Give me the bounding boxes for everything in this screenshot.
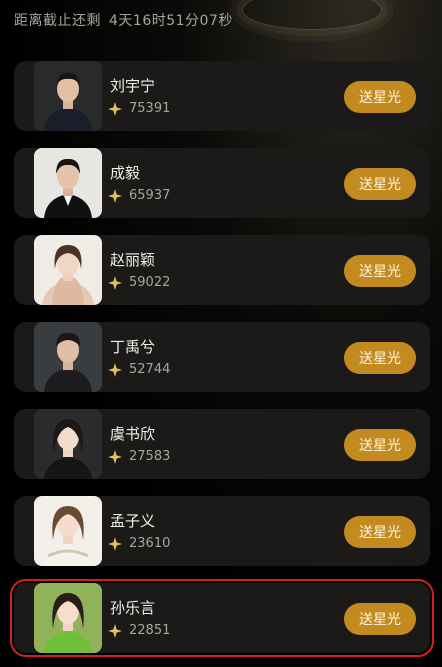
send-starlight-button[interactable]: 送星光 bbox=[344, 429, 416, 461]
candidate-card: 孟子义 23610 送星光 bbox=[14, 496, 430, 566]
avatar bbox=[34, 409, 102, 479]
send-starlight-button[interactable]: 送星光 bbox=[344, 81, 416, 113]
candidate-score: 23610 bbox=[108, 536, 170, 551]
ranking-page: 距离截止还剩 4天16时51分07秒 刘宇宁 75391 送星光 成毅 65937… bbox=[0, 0, 442, 667]
candidate-score: 27583 bbox=[108, 449, 170, 464]
candidate-score: 22851 bbox=[108, 623, 170, 638]
score-value: 23610 bbox=[129, 536, 171, 551]
candidate-score: 52744 bbox=[108, 362, 170, 377]
avatar bbox=[34, 322, 102, 392]
score-value: 65937 bbox=[129, 188, 171, 203]
send-starlight-button[interactable]: 送星光 bbox=[344, 168, 416, 200]
send-starlight-button[interactable]: 送星光 bbox=[344, 255, 416, 287]
score-value: 59022 bbox=[129, 275, 171, 290]
score-value: 22851 bbox=[129, 623, 171, 638]
send-starlight-button[interactable]: 送星光 bbox=[344, 516, 416, 548]
score-value: 52744 bbox=[129, 362, 171, 377]
send-starlight-button[interactable]: 送星光 bbox=[344, 603, 416, 635]
sparkle-icon bbox=[108, 362, 122, 377]
decorative-swirl bbox=[242, 0, 382, 30]
avatar bbox=[34, 496, 102, 566]
score-value: 75391 bbox=[129, 101, 171, 116]
sparkle-icon bbox=[108, 623, 122, 638]
sparkle-icon bbox=[108, 188, 122, 203]
candidate-card: 成毅 65937 送星光 bbox=[14, 148, 430, 218]
candidate-card: 赵丽颖 59022 送星光 bbox=[14, 235, 430, 305]
candidate-card: 虞书欣 27583 送星光 bbox=[14, 409, 430, 479]
send-starlight-button[interactable]: 送星光 bbox=[344, 342, 416, 374]
candidate-name: 刘宇宁 bbox=[110, 77, 156, 95]
candidate-list: 刘宇宁 75391 送星光 成毅 65937 送星光 赵丽颖 59022 送星光… bbox=[10, 61, 434, 667]
candidate-card: 丁禹兮 52744 送星光 bbox=[14, 322, 430, 392]
countdown: 距离截止还剩 4天16时51分07秒 bbox=[14, 10, 233, 30]
score-value: 27583 bbox=[129, 449, 171, 464]
candidate-score: 59022 bbox=[108, 275, 170, 290]
candidate-score: 65937 bbox=[108, 188, 170, 203]
candidate-name: 丁禹兮 bbox=[110, 338, 156, 356]
candidate-name: 孙乐言 bbox=[110, 599, 156, 617]
sparkle-icon bbox=[108, 275, 122, 290]
candidate-score: 75391 bbox=[108, 101, 170, 116]
sparkle-icon bbox=[108, 449, 122, 464]
avatar bbox=[34, 583, 102, 653]
candidate-name: 成毅 bbox=[110, 164, 141, 182]
candidate-name: 赵丽颖 bbox=[110, 251, 156, 269]
candidate-name: 孟子义 bbox=[110, 512, 156, 530]
candidate-card-highlighted: 孙乐言 22851 送星光 bbox=[10, 579, 434, 657]
sparkle-icon bbox=[108, 536, 122, 551]
avatar bbox=[34, 61, 102, 131]
sparkle-icon bbox=[108, 101, 122, 116]
candidate-card: 刘宇宁 75391 送星光 bbox=[14, 61, 430, 131]
countdown-label: 距离截止还剩 bbox=[14, 13, 101, 29]
candidate-name: 虞书欣 bbox=[110, 425, 156, 443]
avatar bbox=[34, 235, 102, 305]
countdown-time: 4天16时51分07秒 bbox=[109, 13, 233, 29]
avatar bbox=[34, 148, 102, 218]
